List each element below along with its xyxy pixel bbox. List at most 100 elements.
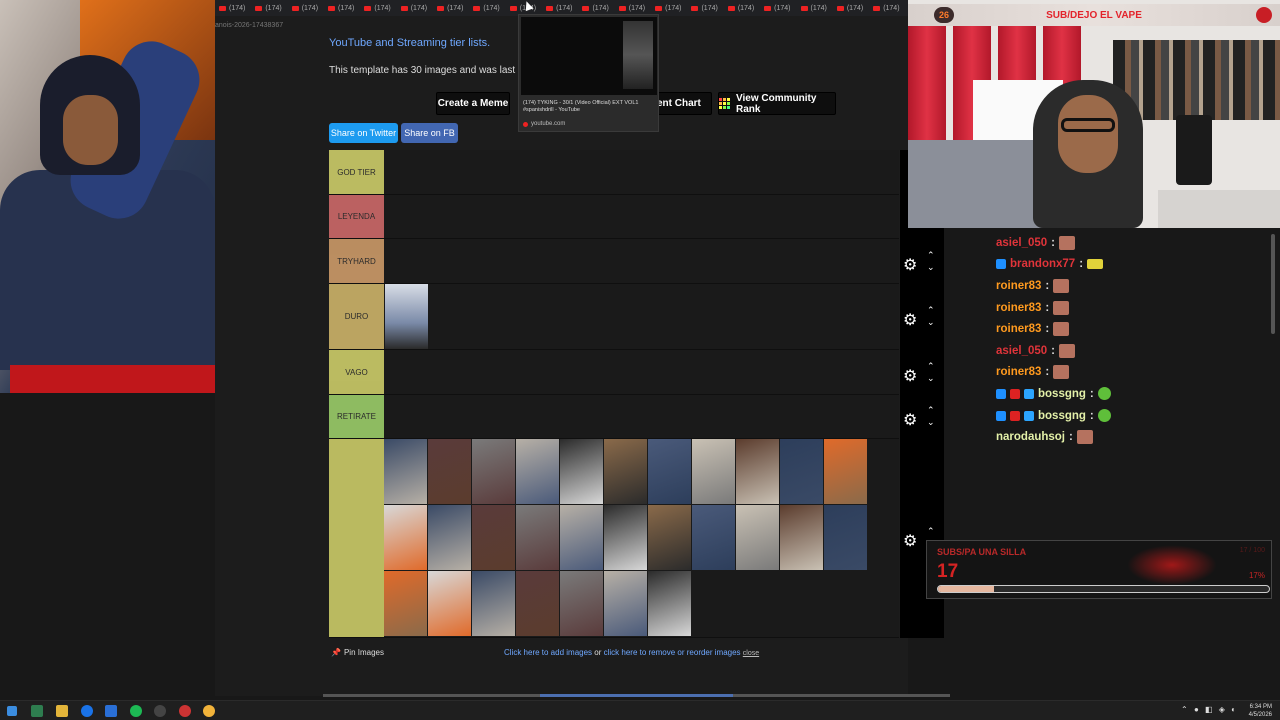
browser-tab[interactable]: (174) — [760, 0, 794, 16]
gear-icon[interactable]: ⚙ — [903, 410, 917, 430]
move-arrows-icon[interactable]: ⌃⌄ — [927, 404, 935, 428]
gear-icon[interactable]: ⚙ — [903, 531, 917, 551]
browser-tab[interactable]: (174) — [360, 0, 394, 16]
create-meme-button[interactable]: Create a Meme — [436, 92, 510, 115]
browser-tab[interactable]: (174) — [469, 0, 503, 16]
unranked-image[interactable] — [472, 571, 515, 636]
youtube-icon — [691, 5, 699, 11]
unranked-image[interactable] — [428, 571, 471, 636]
browser-icon[interactable] — [81, 705, 93, 717]
unranked-image[interactable] — [472, 505, 515, 570]
browser-tab[interactable]: (174) — [397, 0, 431, 16]
unranked-image[interactable] — [780, 505, 823, 570]
gear-icon[interactable]: ⚙ — [903, 255, 917, 275]
add-images-link[interactable]: Click here to add images — [504, 648, 592, 657]
browser-tab[interactable]: (174) — [433, 0, 467, 16]
move-arrows-icon[interactable]: ⌃⌄ — [927, 304, 935, 328]
unranked-image[interactable] — [736, 505, 779, 570]
browser-tab[interactable]: (174) — [833, 0, 867, 16]
app-icon[interactable] — [31, 705, 43, 717]
record-icon[interactable] — [179, 705, 191, 717]
browser-tab[interactable]: (174) — [869, 0, 903, 16]
chat-username: asiel_050 — [996, 236, 1048, 249]
unranked-image[interactable] — [780, 439, 823, 504]
clock[interactable]: 6:34 PM 4/5/2026 — [1249, 703, 1272, 719]
unranked-image[interactable] — [560, 505, 603, 570]
tier-drop-zone[interactable] — [384, 350, 899, 394]
spotify-icon[interactable] — [130, 705, 142, 717]
store-icon[interactable] — [105, 705, 117, 717]
unranked-image[interactable] — [604, 571, 647, 636]
tier-label[interactable]: LEYENDA — [329, 195, 384, 238]
unranked-image[interactable] — [428, 439, 471, 504]
chrome-icon[interactable] — [203, 705, 215, 717]
browser-tab[interactable]: (174) — [288, 0, 322, 16]
unranked-image[interactable] — [648, 439, 691, 504]
tier-drop-zone[interactable] — [384, 395, 899, 438]
footer-links: Click here to add images or click here t… — [504, 648, 759, 657]
browser-tab[interactable]: (174) — [215, 0, 249, 16]
browser-tab[interactable]: (174) — [251, 0, 285, 16]
tier-row-controls: ⚙ ⌃⌄ — [900, 358, 944, 388]
start-icon[interactable] — [7, 706, 17, 716]
screen: (174) (174) (174) (174) (174) (174) (174) (174)… — [0, 0, 1280, 720]
browser-tab-label: (174) — [883, 4, 900, 12]
move-arrows-icon[interactable]: ⌃⌄ — [927, 249, 935, 273]
tier-image[interactable] — [385, 284, 428, 349]
unranked-image[interactable] — [692, 439, 735, 504]
unranked-image[interactable] — [516, 571, 559, 636]
tier-drop-zone[interactable] — [384, 284, 899, 349]
obs-icon[interactable] — [154, 705, 166, 717]
system-tray-icons[interactable]: ⌃ ● ◧ ◈ ◐ — [1181, 705, 1238, 714]
tier-drop-zone[interactable] — [384, 239, 899, 283]
horizontal-scrollbar[interactable] — [323, 694, 950, 697]
pin-icon: 📌 — [331, 648, 341, 657]
unranked-image[interactable] — [472, 439, 515, 504]
unranked-image[interactable] — [384, 439, 427, 504]
tier-label[interactable]: DURO — [329, 284, 384, 349]
browser-tab[interactable]: (174) — [797, 0, 831, 16]
browser-tab[interactable]: (174) — [324, 0, 358, 16]
gear-icon[interactable]: ⚙ — [903, 310, 917, 330]
unranked-image[interactable] — [604, 439, 647, 504]
folder-icon[interactable] — [56, 705, 68, 717]
unranked-image[interactable] — [824, 505, 867, 570]
intro-link[interactable]: YouTube and Streaming tier lists. — [329, 37, 490, 49]
tier-label[interactable]: VAGO — [329, 350, 384, 394]
unranked-image[interactable] — [516, 505, 559, 570]
tier-drop-zone[interactable] — [384, 150, 899, 194]
browser-tab[interactable]: (174) — [687, 0, 721, 16]
share-twitter-button[interactable]: Share on Twitter — [329, 123, 398, 143]
unranked-image[interactable] — [516, 439, 559, 504]
unranked-image[interactable] — [648, 505, 691, 570]
browser-tab-label: (174) — [701, 4, 718, 12]
browser-tab[interactable]: (174) — [724, 0, 758, 16]
unranked-image[interactable] — [736, 439, 779, 504]
unranked-image[interactable] — [384, 571, 427, 636]
webcam-left — [0, 0, 215, 393]
unranked-image[interactable] — [648, 571, 691, 636]
unranked-image[interactable] — [428, 505, 471, 570]
unranked-image[interactable] — [384, 505, 427, 570]
unranked-image[interactable] — [560, 571, 603, 636]
move-arrows-icon[interactable]: ⌃⌄ — [927, 360, 935, 384]
tier-drop-zone[interactable] — [384, 195, 899, 238]
unranked-image[interactable] — [824, 439, 867, 504]
scrollbar-thumb[interactable] — [540, 694, 733, 697]
share-fb-button[interactable]: Share on FB — [401, 123, 458, 143]
tier-label[interactable] — [329, 439, 384, 637]
pin-images-toggle[interactable]: 📌 Pin Images — [331, 648, 384, 657]
unranked-image[interactable] — [604, 505, 647, 570]
remove-images-link[interactable]: click here to remove or reorder images — [604, 648, 741, 657]
tier-row-controls: ⚙ ⌃⌄ — [900, 247, 944, 277]
close-link[interactable]: close — [743, 650, 759, 657]
chat-scrollbar[interactable] — [1271, 234, 1275, 334]
chat-message: asiel_050: — [996, 340, 1266, 362]
view-community-rank-button[interactable]: View Community Rank — [718, 92, 836, 115]
unranked-image[interactable] — [692, 505, 735, 570]
unranked-image[interactable] — [560, 439, 603, 504]
tier-label[interactable]: GOD TIER — [329, 150, 384, 194]
tier-label[interactable]: TRYHARD — [329, 239, 384, 283]
gear-icon[interactable]: ⚙ — [903, 366, 917, 386]
tier-label[interactable]: RETIRATE — [329, 395, 384, 438]
